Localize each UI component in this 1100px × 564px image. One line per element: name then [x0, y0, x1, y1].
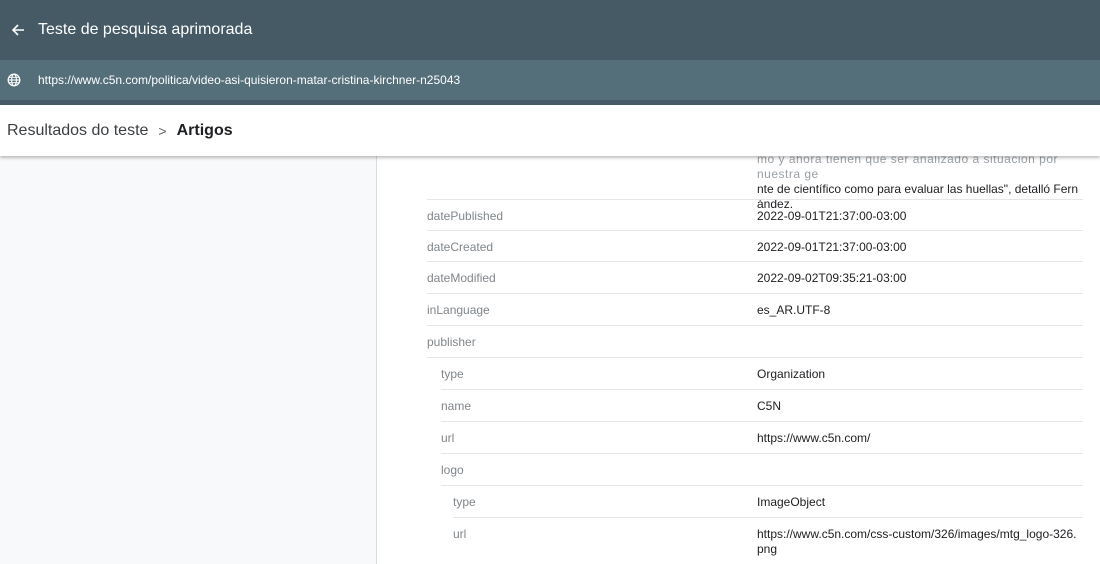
property-key: datePublished — [427, 209, 504, 223]
property-key: inLanguage — [427, 303, 490, 317]
table-row-divider — [427, 156, 1083, 200]
breadcrumb: Resultados do teste > Artigos — [0, 105, 1100, 156]
property-value: C5N — [757, 399, 782, 413]
table-row: url https://www.c5n.com/css-custom/326/i… — [453, 518, 1083, 564]
table-row: type Organization — [441, 358, 1083, 390]
page-title: Teste de pesquisa aprimorada — [38, 21, 253, 38]
property-value — [757, 326, 1083, 335]
property-value: ImageObject — [757, 495, 826, 509]
property-value: https://www.c5n.com/ — [757, 431, 871, 445]
property-key: dateCreated — [427, 240, 494, 254]
property-key: url — [441, 431, 455, 445]
tested-url[interactable]: https://www.c5n.com/politica/video-asi-q… — [38, 73, 460, 87]
table-row: inLanguage es_AR.UTF-8 — [427, 294, 1083, 326]
content-area: mo y ahora tienen que ser analizado a si… — [0, 156, 1100, 564]
property-key: name — [441, 399, 472, 413]
table-row: url https://www.c5n.com/ — [441, 422, 1083, 454]
property-value: https://www.c5n.com/css-custom/326/image… — [757, 527, 1077, 556]
property-key: logo — [441, 463, 464, 477]
table-row: dateModified 2022-09-02T09:35:21-03:00 — [427, 262, 1083, 294]
back-arrow-icon[interactable] — [6, 18, 30, 42]
property-key: url — [453, 527, 467, 541]
property-key: publisher — [427, 335, 476, 349]
property-value — [757, 454, 1083, 463]
app-header: Teste de pesquisa aprimorada — [0, 0, 1100, 60]
property-key: dateModified — [427, 271, 496, 285]
table-row: datePublished 2022-09-01T21:37:00-03:00 — [427, 200, 1083, 231]
table-row: logo — [441, 454, 1083, 486]
property-value: Organization — [757, 367, 826, 381]
property-value: 2022-09-01T21:37:00-03:00 — [757, 209, 907, 223]
property-key: type — [441, 367, 464, 381]
breadcrumb-articles: Artigos — [176, 121, 233, 139]
table-row: publisher — [427, 326, 1083, 358]
structured-data-panel: mo y ahora tienen que ser analizado a si… — [376, 156, 1100, 564]
property-value: 2022-09-02T09:35:21-03:00 — [757, 271, 907, 285]
table-row: type ImageObject — [453, 486, 1083, 518]
breadcrumb-test-results[interactable]: Resultados do teste — [7, 122, 148, 140]
property-value: 2022-09-01T21:37:00-03:00 — [757, 240, 907, 254]
table-row: name C5N — [441, 390, 1083, 422]
breadcrumb-separator-icon: > — [158, 122, 167, 139]
url-bar: https://www.c5n.com/politica/video-asi-q… — [0, 60, 1100, 100]
globe-icon — [6, 72, 22, 88]
property-key: type — [453, 495, 476, 509]
property-value: es_AR.UTF-8 — [757, 303, 831, 317]
table-row: dateCreated 2022-09-01T21:37:00-03:00 — [427, 231, 1083, 262]
